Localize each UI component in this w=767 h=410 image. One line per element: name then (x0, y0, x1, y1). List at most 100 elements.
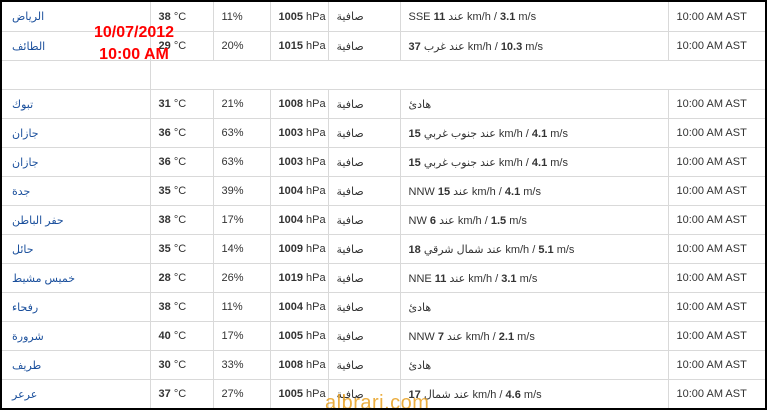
observation-time: 10:00 AM AST (676, 272, 747, 284)
condition-cell: صافية (328, 350, 401, 380)
wind-cell: 37 عند غرب km/h / 10.3 m/s (400, 31, 669, 61)
wind-cell: 15 عند جنوب غربي km/h / 4.1 m/s (400, 118, 669, 148)
site-watermark: albrari.com (325, 392, 430, 410)
city-cell: حائل (2, 234, 151, 264)
wind-ms-unit: m/s (556, 243, 575, 256)
table-row: جدة 35 °C 39% 1004 hPa صافية NNW 15 عند km/h … (2, 176, 765, 206)
wind-cell: 18 عند شمال شرقي km/h / 5.1 m/s (400, 234, 669, 264)
city-link[interactable]: عرعر (12, 389, 37, 401)
wind-calm-text: هادئ (408, 301, 432, 314)
observation-time-cell: 10:00 AM AST (668, 205, 765, 235)
observation-time: 10:00 AM AST (676, 359, 747, 371)
condition-text: صافية (336, 98, 364, 111)
city-cell: تبوك (2, 89, 151, 119)
pressure-value: 1005 (278, 388, 303, 400)
temperature-value: 35 (158, 243, 171, 255)
wind-calm-text: هادئ (408, 98, 432, 111)
pressure-value: 1004 (278, 185, 303, 197)
wind-direction-prefix: عند (449, 40, 465, 53)
temperature-cell: 40 °C (150, 321, 214, 351)
humidity-value: 20% (221, 40, 244, 52)
wind-direction-prefix: عند (453, 388, 470, 401)
humidity-cell: 63% (213, 147, 271, 177)
wind-speed-kmh: 7 (437, 330, 444, 343)
wind-direction: NNW (408, 330, 435, 343)
condition-text: صافية (336, 359, 364, 372)
city-cell: عرعر (2, 379, 151, 408)
observation-time-cell: 10:00 AM AST (668, 31, 765, 61)
pressure-value: 1003 (278, 127, 303, 139)
city-cell: جازان (2, 147, 151, 177)
wind-direction-prefix: عند (453, 185, 469, 198)
city-link[interactable]: جازان (12, 128, 39, 140)
temperature-unit: °C (173, 330, 187, 342)
city-link[interactable]: الطائف (12, 41, 45, 53)
city-link[interactable]: تبوك (12, 99, 33, 111)
humidity-cell: 14% (213, 234, 271, 264)
observation-time: 10:00 AM AST (676, 330, 747, 342)
wind-ms-unit: m/s (509, 214, 527, 227)
wind-direction: غرب (423, 40, 446, 53)
city-link[interactable]: شرورة (12, 331, 44, 343)
temperature-cell: 37 °C (150, 379, 214, 408)
condition-text: صافية (336, 301, 364, 314)
city-link[interactable]: جازان (12, 157, 39, 169)
wind-ms-unit: m/s (550, 127, 568, 140)
table-row: جازان 36 °C 63% 1003 hPa صافية 15 عند جنوب غر… (2, 147, 765, 177)
humidity-cell: 39% (213, 176, 271, 206)
wind-speed-ms: 1.5 (490, 214, 507, 227)
humidity-cell: 63% (213, 118, 271, 148)
observation-time: 10:00 AM AST (676, 127, 747, 139)
overlay-time: 10:00 AM (99, 46, 169, 63)
temperature-cell: 28 °C (150, 263, 214, 293)
temperature-unit: °C (173, 10, 187, 23)
wind-ms-unit: m/s (519, 272, 538, 285)
wind-direction-prefix: عند (447, 330, 463, 343)
pressure-cell: 1015 hPa (270, 31, 329, 61)
city-link[interactable]: حفر الباطن (12, 215, 64, 227)
wind-direction: شمال شرقي (423, 243, 484, 256)
pressure-unit: hPa (306, 10, 326, 23)
wind-speed-ms: 2.1 (498, 330, 515, 343)
wind-speed-kmh: 15 (437, 185, 451, 198)
city-cell: طريف (2, 350, 151, 380)
wind-calm-text: هادئ (408, 359, 432, 372)
humidity-cell: 33% (213, 350, 271, 380)
table-row: خميس مشيط 28 °C 26% 1019 hPa صافية NNE 11 عند… (2, 263, 765, 293)
pressure-unit: hPa (306, 40, 326, 52)
city-link[interactable]: حائل (12, 244, 34, 256)
wind-speed-kmh: 11 (434, 272, 447, 285)
pressure-unit: hPa (306, 301, 326, 313)
pressure-value: 1004 (278, 214, 303, 226)
observation-time: 10:00 AM AST (676, 214, 747, 226)
humidity-cell: 17% (213, 205, 271, 235)
pressure-value: 1008 (278, 98, 303, 110)
city-link[interactable]: جدة (12, 186, 30, 198)
observation-time-cell: 10:00 AM AST (668, 292, 765, 322)
observation-time: 10:00 AM AST (676, 156, 747, 168)
temperature-unit: °C (173, 214, 187, 226)
humidity-value: 33% (221, 359, 244, 371)
wind-ms-unit: m/s (517, 330, 535, 343)
wind-speed-ms: 4.1 (504, 185, 521, 198)
humidity-cell: 27% (213, 379, 271, 408)
pressure-value: 1008 (278, 359, 303, 371)
humidity-value: 27% (221, 388, 244, 400)
city-link[interactable]: طريف (12, 360, 41, 372)
wind-cell: 17 عند شمال km/h / 4.6 m/s (400, 379, 669, 408)
pressure-cell: 1003 hPa (270, 118, 329, 148)
wind-speed-kmh: 18 (408, 243, 421, 256)
humidity-value: 11% (221, 301, 243, 313)
humidity-cell: 20% (213, 31, 271, 61)
city-cell: جدة (2, 176, 151, 206)
temperature-unit: °C (173, 359, 187, 371)
condition-text: صافية (336, 185, 364, 198)
pressure-unit: hPa (306, 214, 326, 226)
pressure-unit: hPa (306, 127, 326, 139)
humidity-value: 63% (221, 127, 244, 139)
city-link[interactable]: الرياض (12, 11, 44, 23)
city-link[interactable]: خميس مشيط (12, 273, 75, 285)
wind-cell: NNE 11 عند km/h / 3.1 m/s (400, 263, 669, 293)
city-link[interactable]: رفحاء (12, 302, 38, 314)
temperature-unit: °C (173, 243, 187, 255)
